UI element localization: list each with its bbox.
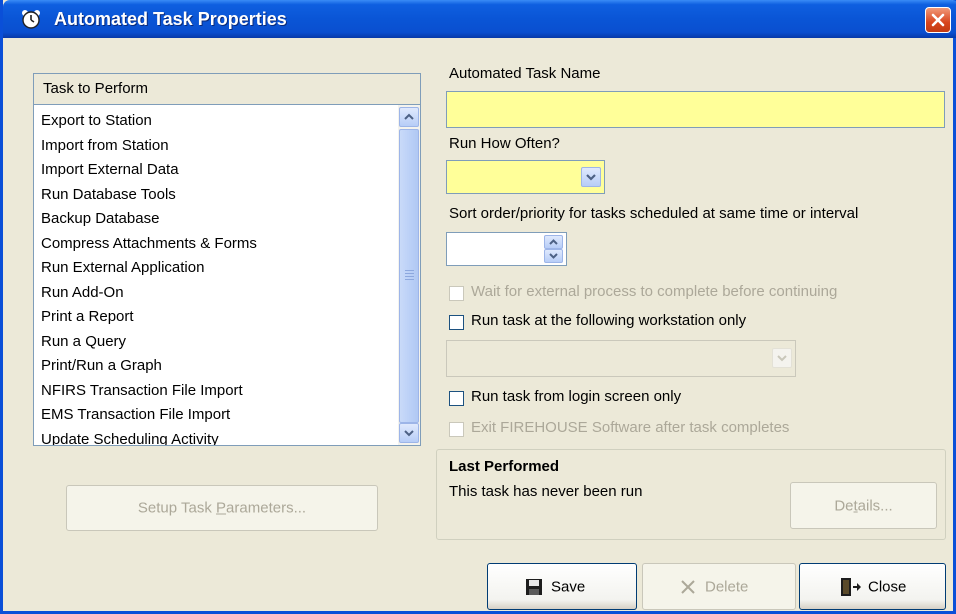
scroll-grip-line bbox=[405, 273, 414, 274]
task-list-item[interactable]: Run Add-On bbox=[34, 281, 398, 306]
close-button[interactable]: Close bbox=[799, 563, 946, 610]
task-list-item[interactable]: Import from Station bbox=[34, 134, 398, 159]
task-list-items: Export to Station Import from Station Im… bbox=[34, 109, 398, 446]
chevron-down-icon bbox=[404, 430, 414, 437]
scroll-thumb[interactable] bbox=[399, 129, 419, 423]
chevron-up-icon bbox=[404, 113, 414, 120]
workstation-dropdown-button[interactable] bbox=[772, 348, 792, 368]
workstation-only-label: Run task at the following workstation on… bbox=[471, 312, 747, 329]
workstation-select[interactable] bbox=[446, 340, 796, 377]
task-list-scrollbar[interactable] bbox=[398, 105, 420, 445]
setup-task-parameters-label: Setup Task Parameters... bbox=[137, 499, 307, 517]
last-performed-heading: Last Performed bbox=[449, 458, 560, 475]
task-list-item[interactable]: Update Scheduling Activity bbox=[34, 428, 398, 446]
dialog-window: Automated Task Properties Task to Perfor… bbox=[0, 0, 956, 614]
exit-after-task-checkbox[interactable] bbox=[449, 422, 464, 437]
workstation-only-checkbox[interactable] bbox=[449, 315, 464, 330]
task-list-item[interactable]: NFIRS Transaction File Import bbox=[34, 379, 398, 404]
run-how-often-select[interactable] bbox=[446, 160, 605, 194]
close-button-label: Close bbox=[868, 578, 907, 595]
exit-after-task-label: Exit FIREHOUSE Software after task compl… bbox=[471, 419, 790, 436]
exit-door-icon bbox=[841, 578, 861, 596]
task-list-header[interactable]: Task to Perform bbox=[34, 74, 420, 105]
delete-x-icon bbox=[681, 580, 695, 594]
wait-external-process-label: Wait for external process to complete be… bbox=[471, 283, 838, 300]
chevron-down-icon bbox=[586, 174, 596, 181]
task-list-item[interactable]: EMS Transaction File Import bbox=[34, 403, 398, 428]
save-button-label: Save bbox=[551, 578, 586, 595]
chevron-down-icon bbox=[777, 355, 787, 362]
save-button[interactable]: Save bbox=[487, 563, 637, 610]
task-list-item[interactable]: Run Database Tools bbox=[34, 183, 398, 208]
chevron-up-icon bbox=[549, 239, 558, 245]
login-screen-only-checkbox[interactable] bbox=[449, 391, 464, 406]
close-window-button[interactable] bbox=[925, 7, 951, 33]
setup-task-parameters-button[interactable]: Setup Task Parameters... bbox=[66, 485, 378, 531]
task-list-item[interactable]: Print/Run a Graph bbox=[34, 354, 398, 379]
scroll-up-button[interactable] bbox=[399, 107, 419, 127]
scroll-down-button[interactable] bbox=[399, 423, 419, 443]
sort-order-decrement-button[interactable] bbox=[544, 249, 563, 263]
scroll-grip-line bbox=[405, 279, 414, 280]
task-name-input[interactable] bbox=[446, 91, 945, 128]
scroll-grip-line bbox=[405, 270, 414, 271]
delete-button[interactable]: Delete bbox=[642, 563, 796, 610]
run-how-often-dropdown-button[interactable] bbox=[581, 167, 601, 187]
login-screen-only-label: Run task from login screen only bbox=[471, 388, 682, 405]
last-performed-group: Last Performed This task has never been … bbox=[436, 449, 946, 540]
chevron-down-icon bbox=[549, 253, 558, 259]
task-list-item[interactable]: Backup Database bbox=[34, 207, 398, 232]
task-listbox[interactable]: Task to Perform Export to Station Import… bbox=[33, 73, 421, 446]
task-list-item[interactable]: Run External Application bbox=[34, 256, 398, 281]
sort-order-stepper[interactable] bbox=[446, 232, 567, 266]
task-name-label: Automated Task Name bbox=[449, 65, 601, 82]
scroll-grip-line bbox=[405, 276, 414, 277]
task-list-item[interactable]: Import External Data bbox=[34, 158, 398, 183]
floppy-disk-icon bbox=[526, 579, 542, 595]
details-button[interactable]: Details... bbox=[790, 482, 937, 529]
task-list-header-label: Task to Perform bbox=[43, 80, 149, 97]
task-list-item[interactable]: Compress Attachments & Forms bbox=[34, 232, 398, 257]
run-how-often-label: Run How Often? bbox=[449, 135, 560, 152]
details-button-label: Details... bbox=[834, 497, 893, 514]
window-title: Automated Task Properties bbox=[54, 9, 287, 29]
last-performed-status: This task has never been run bbox=[449, 483, 643, 500]
sort-order-increment-button[interactable] bbox=[544, 235, 563, 249]
task-list-item[interactable]: Export to Station bbox=[34, 109, 398, 134]
wait-external-process-checkbox[interactable] bbox=[449, 286, 464, 301]
delete-button-label: Delete bbox=[705, 578, 749, 595]
close-icon bbox=[931, 13, 945, 27]
task-list-item[interactable]: Run a Query bbox=[34, 330, 398, 355]
title-bar[interactable]: Automated Task Properties bbox=[3, 0, 956, 38]
sort-order-label: Sort order/priority for tasks scheduled … bbox=[449, 205, 859, 222]
task-list-item[interactable]: Print a Report bbox=[34, 305, 398, 330]
alarm-clock-icon bbox=[22, 10, 40, 29]
